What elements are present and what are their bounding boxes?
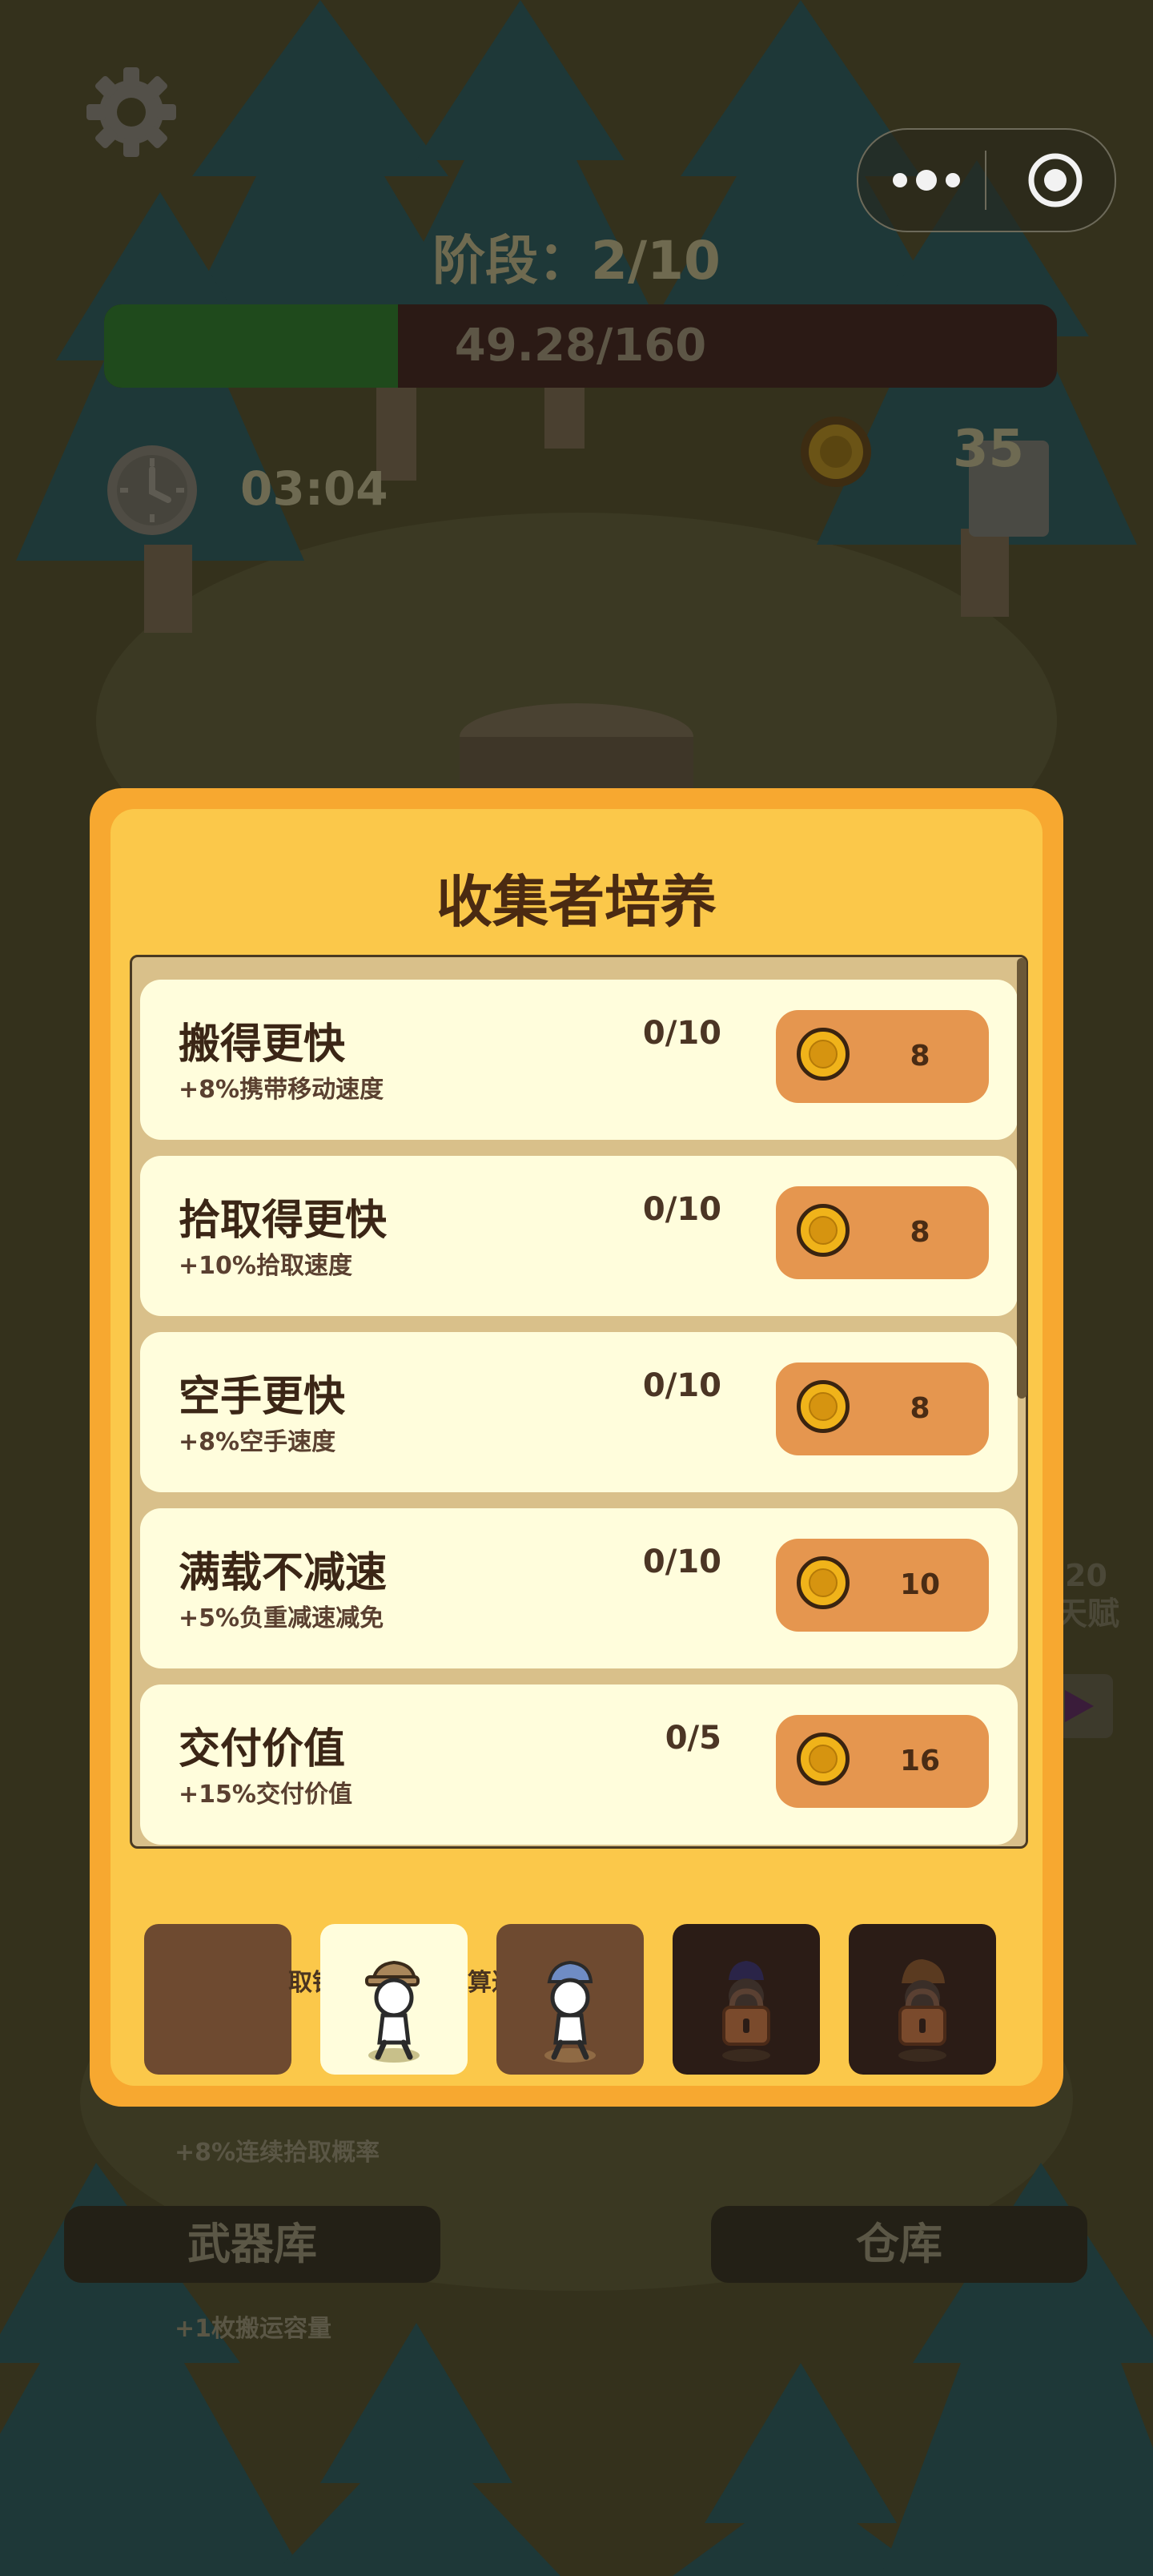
cost-label: 8 bbox=[910, 1392, 930, 1425]
coin-icon bbox=[797, 1204, 850, 1257]
collector-training-dialog: 收集者培养 搬得更快 +8%携带移动速度 0/10 8 拾取得更快 +10%拾取… bbox=[90, 788, 1063, 2107]
upgrade-row-empty-hand-faster: 空手更快 +8%空手速度 0/10 8 bbox=[140, 1332, 1018, 1492]
capsule-divider bbox=[985, 151, 986, 210]
target-icon[interactable] bbox=[1023, 148, 1087, 212]
collector-tab-4-locked[interactable] bbox=[673, 1924, 820, 2075]
cost-label: 10 bbox=[899, 1568, 941, 1601]
buy-button[interactable]: 8 bbox=[776, 1362, 989, 1455]
upgrade-row-pickup-faster: 拾取得更快 +10%拾取速度 0/10 8 bbox=[140, 1156, 1018, 1316]
bg-note-1: +8%连续拾取概率 bbox=[175, 2139, 380, 2167]
upgrade-desc: +5%负重减速减免 bbox=[179, 1604, 384, 1632]
collector-character-icon bbox=[365, 1960, 420, 2063]
cost-label: 16 bbox=[899, 1745, 941, 1777]
collector-tab-1[interactable] bbox=[144, 1924, 291, 2075]
armory-button[interactable]: 武器库 bbox=[64, 2206, 440, 2283]
list-scrollbar[interactable] bbox=[1017, 958, 1026, 1399]
coin-icon bbox=[797, 1733, 850, 1785]
svg-text:天赋: 天赋 bbox=[1055, 1596, 1119, 1632]
upgrade-list[interactable]: 搬得更快 +8%携带移动速度 0/10 8 拾取得更快 +10%拾取速度 0/1… bbox=[130, 955, 1028, 1849]
svg-text:20: 20 bbox=[1065, 1558, 1107, 1593]
collector-tab-2[interactable] bbox=[320, 1924, 468, 2075]
timer-text: 03:04 bbox=[240, 461, 388, 516]
upgrade-desc: +8%携带移动速度 bbox=[179, 1076, 384, 1104]
clock-icon bbox=[107, 445, 197, 535]
stage-label: 阶段：2/10 bbox=[432, 230, 721, 292]
upgrade-desc: +15%交付价值 bbox=[179, 1781, 352, 1809]
collector-tab-3[interactable] bbox=[496, 1924, 644, 2075]
stage-progress-bar: 49.28/160 bbox=[104, 304, 1057, 388]
buy-button[interactable]: 8 bbox=[776, 1010, 989, 1103]
dialog-body: 收集者培养 搬得更快 +8%携带移动速度 0/10 8 拾取得更快 +10%拾取… bbox=[110, 809, 1043, 2086]
wood-log-icon bbox=[801, 417, 871, 487]
dialog-title: 收集者培养 bbox=[436, 869, 717, 935]
upgrade-name: 拾取得更快 bbox=[179, 1197, 388, 1245]
cost-label: 8 bbox=[910, 1216, 930, 1249]
gear-icon[interactable] bbox=[83, 64, 179, 160]
cost-label: 8 bbox=[910, 1040, 930, 1073]
bg-note-2: +1枚搬运容量 bbox=[175, 2315, 332, 2343]
upgrade-level: 0/5 bbox=[665, 1720, 721, 1757]
buy-button[interactable]: 10 bbox=[776, 1539, 989, 1632]
buy-button[interactable]: 16 bbox=[776, 1715, 989, 1808]
upgrade-name: 满载不减速 bbox=[179, 1549, 388, 1597]
coin-icon bbox=[797, 1028, 850, 1081]
coin-icon bbox=[797, 1380, 850, 1433]
collector-tab-5-locked[interactable] bbox=[849, 1924, 996, 2075]
lock-icon bbox=[722, 1961, 770, 2062]
upgrade-desc: +10%拾取速度 bbox=[179, 1252, 352, 1280]
upgrade-name: 空手更快 bbox=[179, 1373, 346, 1421]
progress-text: 49.28/160 bbox=[454, 320, 707, 372]
more-dots-icon[interactable] bbox=[882, 154, 970, 207]
warehouse-button[interactable]: 仓库 bbox=[711, 2206, 1087, 2283]
coin-icon bbox=[797, 1556, 850, 1609]
miniprogram-capsule bbox=[857, 128, 1116, 232]
upgrade-level: 0/10 bbox=[642, 1015, 721, 1052]
upgrade-name: 交付价值 bbox=[179, 1725, 346, 1773]
upgrade-name: 搬得更快 bbox=[179, 1020, 346, 1069]
upgrade-row-move-faster: 搬得更快 +8%携带移动速度 0/10 8 bbox=[140, 980, 1018, 1140]
upgrade-row-delivery-value: 交付价值 +15%交付价值 0/5 16 bbox=[140, 1684, 1018, 1845]
lock-icon bbox=[898, 1959, 946, 2062]
wood-count: 35 bbox=[953, 420, 1025, 479]
upgrade-row-full-load: 满载不减速 +5%负重减速减免 0/10 10 bbox=[140, 1508, 1018, 1668]
buy-button[interactable]: 8 bbox=[776, 1186, 989, 1279]
upgrade-level: 0/10 bbox=[642, 1544, 721, 1580]
upgrade-desc: +8%空手速度 bbox=[179, 1428, 336, 1456]
upgrade-level: 0/10 bbox=[642, 1191, 721, 1228]
upgrade-level: 0/10 bbox=[642, 1367, 721, 1404]
collector-character-icon bbox=[544, 1960, 596, 2063]
